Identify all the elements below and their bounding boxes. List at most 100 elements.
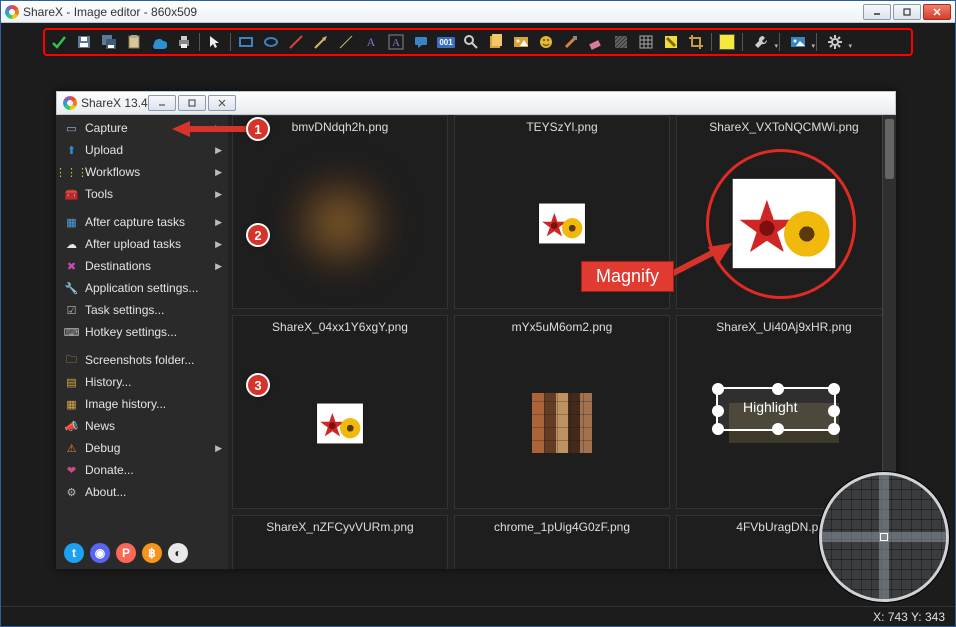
toolbar-separator <box>779 33 780 51</box>
discord-link[interactable]: ◉ <box>90 543 110 563</box>
thumbnail-item[interactable]: ShareX_nZFCyvVURm.png <box>232 515 448 569</box>
thumbnail-grid: bmvDNdqh2h.png TEYSzYl.png ShareX_VXToNQCM… <box>228 115 896 569</box>
app-settings-icon: 🔧 <box>64 281 79 295</box>
rectangle-icon[interactable] <box>236 32 256 52</box>
tools-menu-icon[interactable]: ▾ <box>748 32 774 52</box>
thumbnail-preview <box>677 138 891 308</box>
sidebar-item-workflows[interactable]: ⋮⋮⋮Workflows▶ <box>56 161 228 183</box>
image-history-icon: ▦ <box>64 397 79 411</box>
sidebar-item-label: After capture tasks <box>85 215 185 229</box>
cursor-icon[interactable] <box>205 32 225 52</box>
line2-icon[interactable] <box>336 32 356 52</box>
eraser-icon[interactable] <box>586 32 606 52</box>
upload-icon: ⬆ <box>64 143 79 157</box>
blur-icon[interactable] <box>611 32 631 52</box>
sidebar-item-upload[interactable]: ⬆Upload▶ <box>56 139 228 161</box>
editor-toolbar: AA 001 ▾ ▾ ▾ <box>43 28 913 56</box>
ellipse-icon[interactable] <box>261 32 281 52</box>
thumbnail-filename: mYx5uM6om2.png <box>455 316 669 338</box>
workflows-icon: ⋮⋮⋮ <box>64 165 79 179</box>
sidebar-item-about[interactable]: ⚙About... <box>56 481 228 503</box>
sharex-logo-icon <box>5 5 19 19</box>
sidebar-item-task-settings[interactable]: ☑Task settings... <box>56 299 228 321</box>
sidebar-item-app-settings[interactable]: 🔧 Application settings... <box>56 277 228 299</box>
thumbnail-filename: TEYSzYl.png <box>455 116 669 138</box>
toolbar-separator <box>199 33 200 51</box>
pixelate-icon[interactable] <box>636 32 656 52</box>
inner-title-bar: ShareX 13.4 <box>56 91 896 115</box>
inner-minimize-button[interactable] <box>148 95 176 111</box>
sidebar-item-after-upload[interactable]: ☁After upload tasks▶ <box>56 233 228 255</box>
sidebar-item-label: Application settings... <box>85 281 198 295</box>
thumbnail-item[interactable]: mYx5uM6om2.png <box>454 315 670 509</box>
social-links: t ◉ P ฿ ◐ <box>64 543 188 563</box>
save-as-icon[interactable] <box>99 32 119 52</box>
toolbar-separator <box>230 33 231 51</box>
sidebar-item-label: After upload tasks <box>85 237 181 251</box>
sidebar-item-news[interactable]: 📣News <box>56 415 228 437</box>
step-icon[interactable]: 001 <box>436 32 456 52</box>
minimize-button[interactable] <box>863 4 891 20</box>
github-link[interactable]: ◐ <box>168 543 188 563</box>
sidebar-item-donate[interactable]: ❤Donate... <box>56 459 228 481</box>
speech-icon[interactable] <box>411 32 431 52</box>
outer-title-bar: ShareX - Image editor - 860x509 <box>1 1 955 23</box>
highlight-icon[interactable] <box>661 32 681 52</box>
thumbnail-filename: bmvDNdqh2h.png <box>233 116 447 138</box>
inner-close-button[interactable] <box>208 95 236 111</box>
thumbnail-item[interactable]: ShareX_04xx1Y6xgY.png <box>232 315 448 509</box>
magnify-icon[interactable] <box>461 32 481 52</box>
clipboard-icon[interactable] <box>124 32 144 52</box>
arrow-icon[interactable] <box>311 32 331 52</box>
crop-icon[interactable] <box>686 32 706 52</box>
close-button[interactable] <box>923 4 951 20</box>
sidebar-item-label: Upload <box>85 143 123 157</box>
text-box-icon[interactable]: A <box>386 32 406 52</box>
sidebar-item-debug[interactable]: ⚠Debug▶ <box>56 437 228 459</box>
text-icon[interactable]: A <box>361 32 381 52</box>
sidebar-item-label: Image history... <box>85 397 166 411</box>
settings-menu-icon[interactable]: ▾ <box>822 32 848 52</box>
thumbnail-filename: ShareX_04xx1Y6xgY.png <box>233 316 447 338</box>
patreon-link[interactable]: P <box>116 543 136 563</box>
history-icon: ▤ <box>64 375 79 389</box>
image-menu-icon[interactable]: ▾ <box>785 32 811 52</box>
thumbnail-item[interactable]: bmvDNdqh2h.png <box>232 115 448 309</box>
maximize-button[interactable] <box>893 4 921 20</box>
destinations-icon: ✖ <box>64 259 79 273</box>
thumbnail-filename: ShareX_nZFCyvVURm.png <box>233 516 447 538</box>
line-icon[interactable] <box>286 32 306 52</box>
emoji-icon[interactable] <box>536 32 556 52</box>
sidebar-item-label: Hotkey settings... <box>85 325 177 339</box>
sidebar-item-image-history[interactable]: ▦ Image history... <box>56 393 228 415</box>
sidebar-item-after-capture[interactable]: ▦After capture tasks▶ <box>56 211 228 233</box>
sidebar-item-folder[interactable]: 🗀Screenshots folder... <box>56 349 228 371</box>
sidebar-item-destinations[interactable]: ✖Destinations▶ <box>56 255 228 277</box>
print-icon[interactable] <box>174 32 194 52</box>
after-upload-icon: ☁ <box>64 237 79 251</box>
about-icon: ⚙ <box>64 485 79 499</box>
sidebar-item-label: Tools <box>85 187 113 201</box>
thumbnail-item[interactable]: chrome_1pUig4G0zF.png <box>454 515 670 569</box>
sharex-logo-icon <box>63 96 77 110</box>
sidebar-item-history[interactable]: ▤History... <box>56 371 228 393</box>
inner-maximize-button[interactable] <box>178 95 206 111</box>
thumbnail-item[interactable]: TEYSzYl.png <box>454 115 670 309</box>
magnifier-lens <box>819 472 949 602</box>
upload-icon[interactable] <box>149 32 169 52</box>
thumbnail-preview <box>455 338 669 508</box>
sidebar-item-tools[interactable]: 🧰Tools▶ <box>56 183 228 205</box>
outer-window-title: ShareX - Image editor - 860x509 <box>23 5 197 19</box>
bitcoin-link[interactable]: ฿ <box>142 543 162 563</box>
debug-icon: ⚠ <box>64 441 79 455</box>
sidebar-item-hotkey-settings[interactable]: ⌨Hotkey settings... <box>56 321 228 343</box>
save-icon[interactable] <box>74 32 94 52</box>
confirm-icon[interactable] <box>49 32 69 52</box>
color-picker-icon[interactable] <box>561 32 581 52</box>
sticker-icon[interactable] <box>486 32 506 52</box>
sidebar-item-capture[interactable]: ▭Capture▶ <box>56 117 228 139</box>
twitter-link[interactable]: t <box>64 543 84 563</box>
image-tool-icon[interactable] <box>511 32 531 52</box>
thumbnail-item[interactable]: ShareX_VXToNQCMWi.png <box>676 115 892 309</box>
color-swatch[interactable] <box>717 32 737 52</box>
